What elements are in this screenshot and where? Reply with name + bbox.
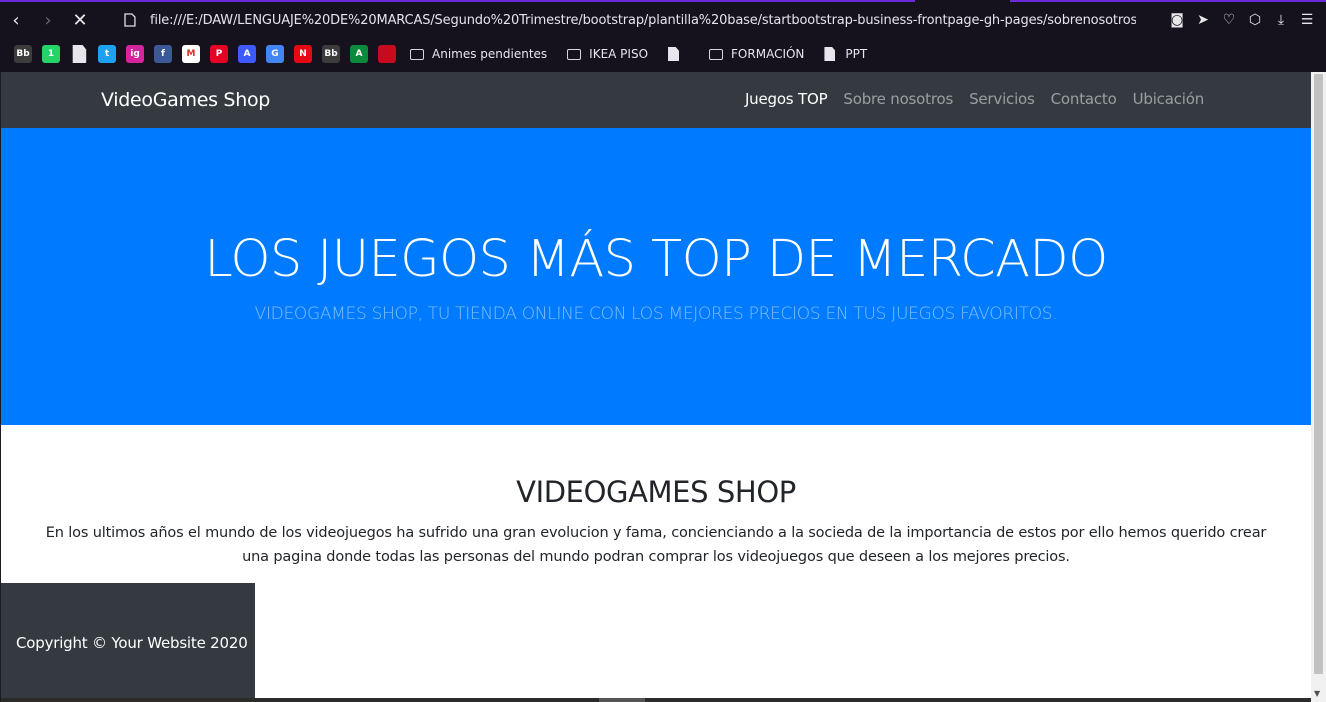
site-footer: Copyright © Your Website 2020 <box>1 583 255 702</box>
page-icon <box>124 13 136 27</box>
bookmarks-bar: Bb 1 t ig f M P A G N Bb A Animes pendientes IKEA PIS… <box>0 38 1326 70</box>
cube-icon[interactable]: ⬡ <box>1242 2 1268 38</box>
instagram-icon[interactable]: ig <box>126 45 144 63</box>
download-icon[interactable]: ⤓ <box>1268 2 1294 38</box>
netflix-icon[interactable]: N <box>294 45 312 63</box>
pinterest-icon[interactable]: P <box>210 45 228 63</box>
stop-loading-icon[interactable]: ✕ <box>64 2 96 38</box>
nav-link-juegos-top[interactable]: Juegos TOP <box>745 90 828 108</box>
heart-icon[interactable]: ♡ <box>1216 2 1242 38</box>
send-icon[interactable]: ➤ <box>1190 2 1216 38</box>
about-text: En los ultimos años el mundo de los vide… <box>45 525 1267 565</box>
address-bar-row: ‹ › ✕ file:///E:/DAW/LENGUAJE%20DE%20MAR… <box>0 2 1326 38</box>
address-bar[interactable]: file:///E:/DAW/LENGUAJE%20DE%20MARCAS/Se… <box>116 2 1136 38</box>
toolbar-actions: ◙ ➤ ♡ ⬡ ⤓ ☰ <box>1164 2 1320 38</box>
url-text[interactable]: file:///E:/DAW/LENGUAJE%20DE%20MARCAS/Se… <box>150 13 1136 28</box>
site-brand[interactable]: VideoGames Shop <box>101 89 270 111</box>
back-icon[interactable]: ‹ <box>0 2 32 38</box>
nav-link-sobre-nosotros[interactable]: Sobre nosotros <box>843 90 953 108</box>
figure-icon[interactable]: A <box>238 45 256 63</box>
browser-chrome: ‹ › ✕ file:///E:/DAW/LENGUAJE%20DE%20MAR… <box>0 0 1326 72</box>
hero-title: LOS JUEGOS MÁS TOP DE MERCADO <box>204 230 1108 289</box>
whatsapp-icon[interactable]: 1 <box>42 45 60 63</box>
bookmark-item[interactable] <box>664 47 689 61</box>
bookmark-label: FORMACIÓN <box>731 47 805 61</box>
forward-icon[interactable]: › <box>32 2 64 38</box>
nav-link-contacto[interactable]: Contacto <box>1051 90 1117 108</box>
vertical-scrollbar[interactable]: ▼ <box>1311 72 1326 702</box>
folder-icon <box>567 48 582 60</box>
document-icon[interactable] <box>72 45 87 63</box>
bookmark-folder[interactable]: FORMACIÓN <box>705 47 804 61</box>
document-icon <box>824 47 836 61</box>
spain-icon[interactable] <box>378 45 396 63</box>
about-title: VIDEOGAMES SHOP <box>516 475 796 509</box>
bb-icon[interactable]: Bb <box>14 45 32 63</box>
translate-icon[interactable]: G <box>266 45 284 63</box>
bookmark-folder[interactable]: Animes pendientes <box>406 47 547 61</box>
horizontal-scroll-thumb[interactable] <box>599 698 645 702</box>
camera-icon[interactable]: ◙ <box>1164 2 1190 38</box>
nav-link-ubicacion[interactable]: Ubicación <box>1133 90 1205 108</box>
nav-link-servicios[interactable]: Servicios <box>969 90 1035 108</box>
facebook-icon[interactable]: f <box>154 45 172 63</box>
twitter-icon[interactable]: t <box>98 45 116 63</box>
menu-icon[interactable]: ☰ <box>1294 2 1320 38</box>
folder-icon <box>410 48 424 60</box>
nav-links: Juegos TOP Sobre nosotros Servicios Cont… <box>729 90 1204 108</box>
hero-banner: LOS JUEGOS MÁS TOP DE MERCADO VIDEOGAMES… <box>1 128 1311 425</box>
bookmark-label: PPT <box>845 47 868 61</box>
bookmark-label: Animes pendientes <box>432 47 548 61</box>
bookmark-label: IKEA PISO <box>589 47 649 61</box>
footer-copyright: Copyright © Your Website 2020 <box>16 634 248 652</box>
page-viewport: VideoGames Shop Juegos TOP Sobre nosotro… <box>1 72 1326 702</box>
document-icon <box>668 47 680 61</box>
bookmark-folder[interactable]: IKEA PISO <box>563 47 648 61</box>
gmail-icon[interactable]: M <box>182 45 200 63</box>
hero-subtitle: VIDEOGAMES SHOP, TU TIENDA ONLINE CON LO… <box>254 304 1058 324</box>
site-navbar: VideoGames Shop Juegos TOP Sobre nosotro… <box>1 72 1311 128</box>
andalucia-icon[interactable]: A <box>350 45 368 63</box>
horizontal-scrollbar[interactable] <box>1 698 1311 702</box>
folder-icon <box>709 48 724 60</box>
scroll-down-arrow-icon[interactable]: ▼ <box>1314 689 1320 698</box>
vertical-scroll-thumb[interactable] <box>1314 74 1323 674</box>
bb-icon[interactable]: Bb <box>322 45 340 63</box>
bookmark-item[interactable]: PPT <box>820 47 867 61</box>
